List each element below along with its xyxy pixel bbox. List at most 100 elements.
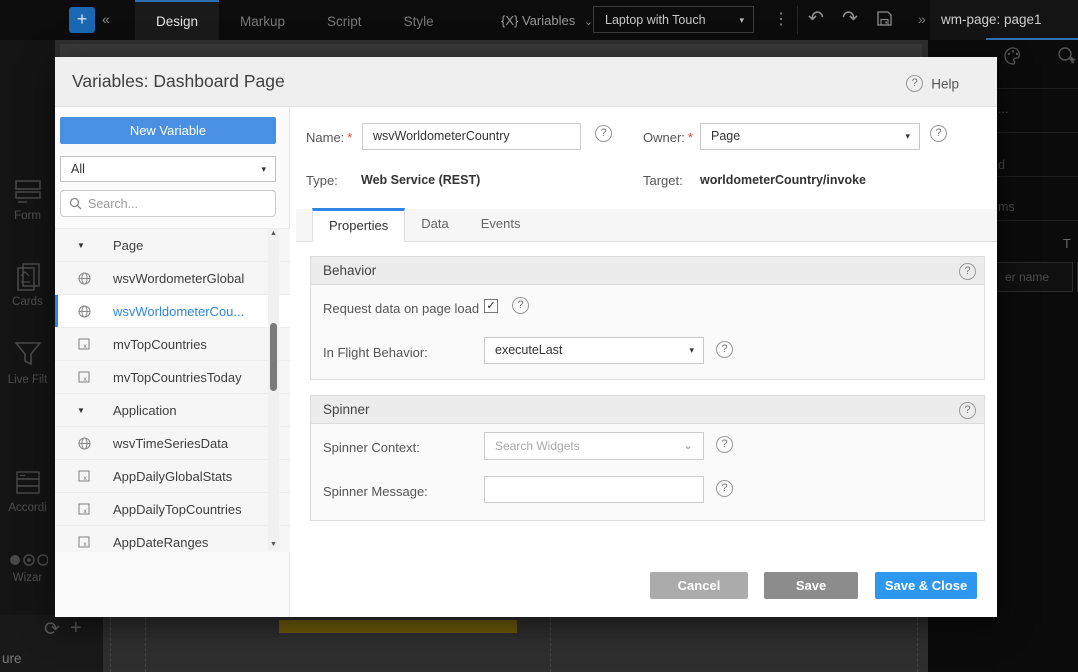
palette-item-label: Wizar	[0, 572, 55, 584]
device-preview-select[interactable]: Laptop with Touch ▾	[593, 6, 754, 33]
select-arrow-icon: ▾	[905, 124, 910, 149]
variables-dialog: Variables: Dashboard Page ?Help New Vari…	[55, 57, 997, 617]
required-marker: *	[347, 130, 352, 145]
variable-filter-value: All	[71, 162, 85, 176]
request-checkbox[interactable]: ✓	[484, 299, 498, 313]
save-icon[interactable]	[876, 10, 893, 32]
undo-icon[interactable]: ↶	[808, 7, 824, 30]
widget-palette-strip: Form Cards Live Filt Accordi Wizar	[0, 40, 55, 615]
inflight-select[interactable]: executeLast ▾	[484, 337, 704, 364]
variable-item[interactable]: x AppDateRanges	[55, 526, 290, 552]
panel-input-dimmed: er name	[996, 262, 1073, 292]
variable-item[interactable]: x AppDailyTopCountries	[55, 493, 290, 526]
cancel-button[interactable]: Cancel	[650, 572, 748, 599]
owner-select[interactable]: Page ▾	[700, 123, 920, 150]
palette-item-form[interactable]: Form	[0, 178, 55, 222]
required-marker: *	[688, 130, 693, 145]
target-value: worldometerCountry/invoke	[700, 173, 866, 187]
tab-script[interactable]: Script	[306, 0, 383, 40]
panel-text-fragment: ms	[998, 200, 1015, 214]
spinner-help-icon[interactable]: ?	[959, 402, 976, 419]
spinner-context-select[interactable]: Search Widgets ⌄	[484, 432, 704, 460]
variable-item[interactable]: x mvTopCountriesToday	[55, 361, 290, 394]
dimmed-button-widget	[279, 620, 517, 633]
name-help-icon[interactable]: ?	[595, 125, 612, 142]
variable-item[interactable]: wsvTimeSeriesData	[55, 427, 290, 460]
page-tab-indicator	[986, 38, 1078, 40]
variable-filter-select[interactable]: All ▾	[60, 156, 276, 182]
new-variable-button[interactable]: New Variable	[60, 117, 276, 144]
dialog-header: Variables: Dashboard Page ?Help	[55, 57, 997, 107]
variable-group-label: Application	[113, 403, 177, 418]
list-scrollbar[interactable]: ▲ ▼	[268, 228, 279, 550]
owner-help-icon[interactable]: ?	[930, 125, 947, 142]
tab-markup[interactable]: Markup	[219, 0, 306, 40]
inflight-label: In Flight Behavior:	[323, 345, 428, 360]
web-service-icon	[78, 437, 91, 450]
detail-tabs: Properties Data Events	[296, 209, 997, 242]
behavior-help-icon[interactable]: ?	[959, 263, 976, 280]
scroll-up-icon[interactable]: ▲	[268, 230, 279, 237]
variable-item-label: wsvTimeSeriesData	[113, 436, 228, 451]
spinner-message-input[interactable]	[484, 476, 704, 503]
more-options-icon[interactable]: ⋮	[773, 9, 789, 29]
behavior-section-header: Behavior ?	[310, 256, 985, 285]
tab-design[interactable]: Design	[135, 0, 219, 40]
spinner-message-label: Spinner Message:	[323, 484, 428, 499]
request-data-label: Request data on page load	[323, 301, 479, 316]
add-widget-button[interactable]: +	[69, 7, 95, 33]
select-arrow-icon: ▾	[261, 157, 266, 181]
theme-palette-icon[interactable]	[1003, 46, 1023, 71]
tab-events[interactable]: Events	[465, 208, 537, 241]
zoom-cursor-icon[interactable]	[1056, 45, 1078, 72]
tab-data[interactable]: Data	[405, 208, 464, 241]
variable-item[interactable]: x mvTopCountries	[55, 328, 290, 361]
add-icon[interactable]: +	[70, 617, 82, 640]
save-close-button[interactable]: Save & Close	[875, 572, 977, 599]
spinner-message-help-icon[interactable]: ?	[716, 480, 733, 497]
variable-item-label: wsvWordometerGlobal	[113, 271, 244, 286]
tab-properties[interactable]: Properties	[312, 208, 405, 242]
palette-item-label: Accordi	[0, 502, 55, 514]
variable-item[interactable]: x AppDailyGlobalStats	[55, 460, 290, 493]
expand-panel-icon[interactable]: »	[918, 11, 926, 27]
top-toolbar: + « Design Markup Script Style {X} Varia…	[0, 0, 1078, 40]
behavior-section-body: Request data on page load ✓ ? In Flight …	[310, 285, 985, 380]
panel-text-fragment: d	[998, 158, 1005, 172]
save-button[interactable]: Save	[764, 572, 858, 599]
variable-item-label: wsvWorldometerCou...	[113, 304, 244, 319]
owner-value: Page	[711, 129, 740, 143]
refresh-icon[interactable]: ⟳	[44, 618, 60, 641]
dialog-title: Variables: Dashboard Page	[72, 71, 285, 92]
tab-style[interactable]: Style	[383, 0, 455, 40]
variable-group-application[interactable]: ▼ Application	[55, 394, 290, 427]
name-input[interactable]: wsvWorldometerCountry	[362, 123, 581, 150]
editor-mode-tabs: Design Markup Script Style	[135, 0, 455, 40]
variable-search-input[interactable]: Search...	[60, 190, 276, 217]
model-variable-icon: x	[78, 536, 90, 548]
collapse-panel-icon[interactable]: «	[102, 11, 110, 27]
variables-menu-button[interactable]: {X} Variables ⌄	[501, 13, 593, 28]
scrollbar-thumb[interactable]	[270, 323, 277, 391]
palette-item-cards[interactable]: Cards	[0, 262, 55, 308]
page-tab[interactable]: wm-page: page1	[930, 0, 1078, 40]
owner-label: Owner:*	[643, 130, 693, 145]
inflight-help-icon[interactable]: ?	[716, 341, 733, 358]
variables-label: {X} Variables	[501, 13, 575, 28]
select-arrow-icon: ▾	[739, 7, 744, 33]
palette-item-wizard[interactable]: Wizar	[0, 552, 55, 584]
layout-guide	[550, 617, 551, 672]
spinner-context-placeholder: Search Widgets	[495, 439, 580, 453]
spinner-context-help-icon[interactable]: ?	[716, 436, 733, 453]
variable-group-page[interactable]: ▼ Page	[55, 229, 290, 262]
variable-item-selected[interactable]: wsvWorldometerCou...	[55, 295, 290, 328]
variable-item[interactable]: wsvWordometerGlobal	[55, 262, 290, 295]
scroll-down-icon[interactable]: ▼	[268, 541, 279, 548]
palette-item-accordion[interactable]: Accordi	[0, 468, 55, 514]
request-help-icon[interactable]: ?	[512, 297, 529, 314]
redo-icon[interactable]: ↷	[842, 7, 858, 30]
help-button[interactable]: ?Help	[906, 75, 959, 93]
form-icon	[13, 178, 43, 206]
palette-item-label: Cards	[0, 296, 55, 308]
palette-item-live-filter[interactable]: Live Filt	[0, 338, 55, 386]
